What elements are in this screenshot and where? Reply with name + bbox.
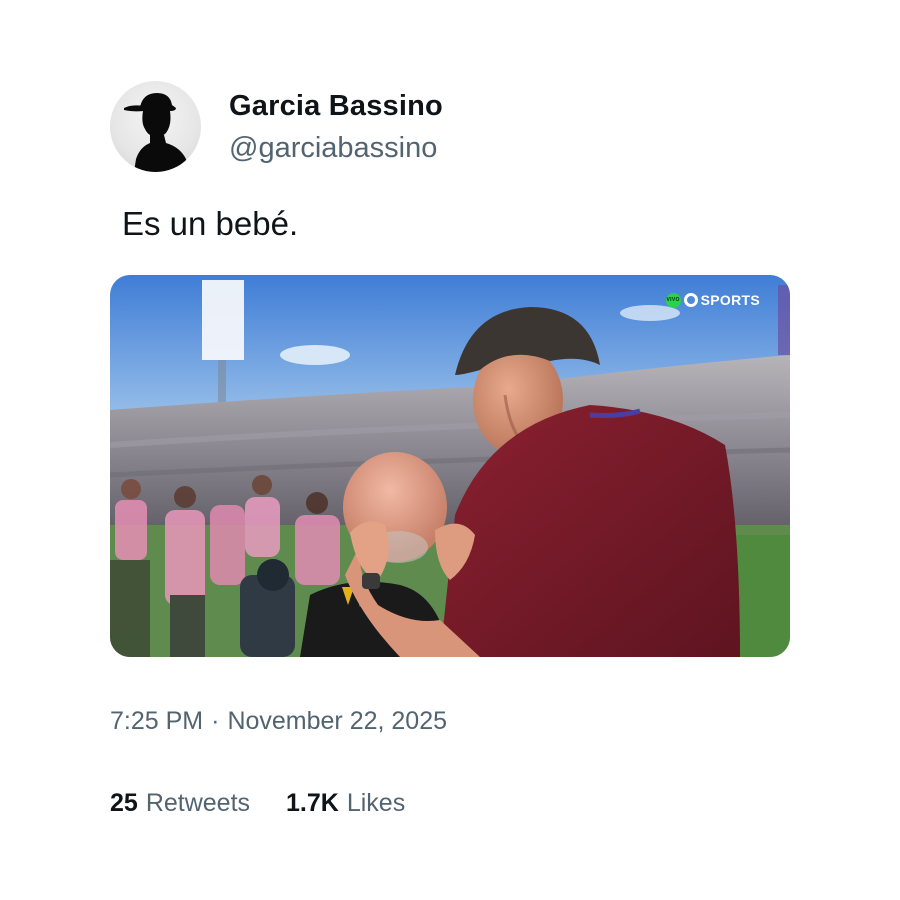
tweet-text: Es un bebé.: [122, 205, 299, 242]
retweets-stat[interactable]: 25 Retweets: [110, 787, 250, 819]
author-handle[interactable]: @garciabassino: [229, 130, 437, 166]
live-badge: VIVO: [665, 292, 681, 308]
likes-stat[interactable]: 1.7K Likes: [286, 787, 405, 819]
tweet-media-image[interactable]: VIVO SPORTS: [110, 275, 790, 657]
broadcaster-watermark: VIVO SPORTS: [665, 292, 760, 308]
retweets-label: Retweets: [145, 789, 251, 817]
silhouette-icon: [124, 93, 188, 172]
timestamp-separator: ·: [211, 707, 220, 735]
tweet-stats: 25 Retweets 1.7K Likes: [110, 787, 405, 819]
author-display-name[interactable]: Garcia Bassino: [229, 88, 443, 124]
likes-count: 1.7K: [286, 789, 339, 817]
tweet-card: Garcia Bassino @garciabassino Es un bebé…: [0, 0, 900, 900]
tweet-date: November 22, 2025: [227, 707, 448, 735]
tweet-timestamp[interactable]: 7:25 PM · November 22, 2025: [110, 705, 447, 737]
stadium-photo: [110, 275, 790, 657]
retweets-count: 25: [110, 789, 138, 817]
author-avatar[interactable]: [110, 81, 201, 172]
tweet-time: 7:25 PM: [110, 707, 204, 735]
likes-label: Likes: [346, 789, 406, 817]
watermark-brand: SPORTS: [700, 292, 760, 308]
d-logo-icon: [683, 293, 698, 307]
